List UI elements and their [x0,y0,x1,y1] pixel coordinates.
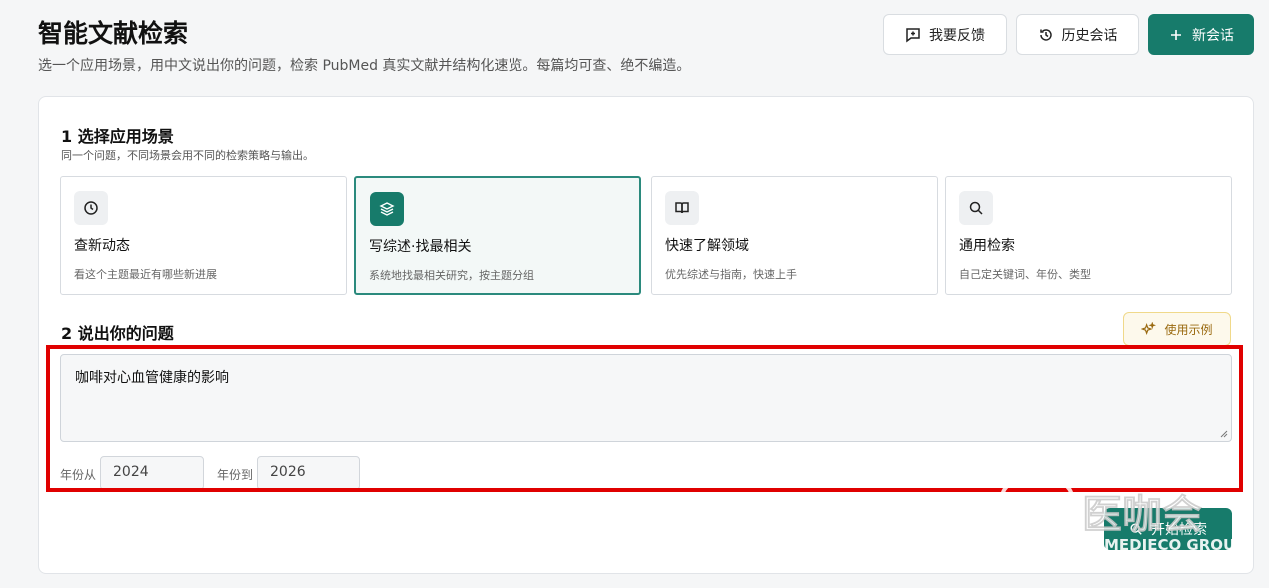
scenario-card-news[interactable]: 查新动态 看这个主题最近有哪些新进展 [60,176,347,295]
card-desc: 看这个主题最近有哪些新进展 [74,268,217,281]
card-title: 通用检索 [959,238,1015,254]
page-title: 智能文献检索 [38,19,189,48]
card-title: 快速了解领域 [665,238,749,254]
search-button[interactable]: 开始检索 [1104,508,1232,550]
card-title: 写综述·找最相关 [369,239,472,255]
sparkle-icon [1141,321,1157,335]
layers-icon [370,192,404,226]
search-label: 开始检索 [1151,522,1207,538]
history-icon [1039,28,1052,41]
feedback-icon [906,27,920,42]
history-label: 历史会话 [1061,27,1118,44]
main-panel [38,96,1254,574]
card-desc: 系统地找最相关研究，按主题分组 [369,269,534,282]
feedback-button[interactable]: 我要反馈 [883,14,1007,55]
feedback-label: 我要反馈 [929,27,985,44]
scenario-card-overview[interactable]: 快速了解领域 优先综述与指南，快速上手 [651,176,938,295]
step1-title: 1 选择应用场景 [61,127,174,146]
clock-icon [74,191,108,225]
step1-subtitle: 同一个问题，不同场景会用不同的检索策略与输出。 [61,149,314,162]
new-session-button[interactable]: 新会话 [1148,14,1254,55]
example-button[interactable]: 使用示例 [1123,312,1231,346]
book-icon [665,191,699,225]
search-icon [1130,523,1142,535]
scenario-card-general[interactable]: 通用检索 自己定关键词、年份、类型 [945,176,1232,295]
highlight-box [46,345,1243,492]
history-button[interactable]: 历史会话 [1016,14,1139,55]
card-desc: 自己定关键词、年份、类型 [959,268,1091,281]
step2-title: 2 说出你的问题 [61,324,174,343]
example-label: 使用示例 [1164,322,1213,337]
new-session-label: 新会话 [1192,27,1234,44]
card-desc: 优先综述与指南，快速上手 [665,268,797,281]
plus-icon [1171,29,1181,40]
scenario-card-review[interactable]: 写综述·找最相关 系统地找最相关研究，按主题分组 [354,176,641,295]
page-subtitle: 选一个应用场景，用中文说出你的问题，检索 PubMed 真实文献并结构化速览。每… [38,58,691,74]
card-title: 查新动态 [74,238,130,254]
search-icon [959,191,993,225]
